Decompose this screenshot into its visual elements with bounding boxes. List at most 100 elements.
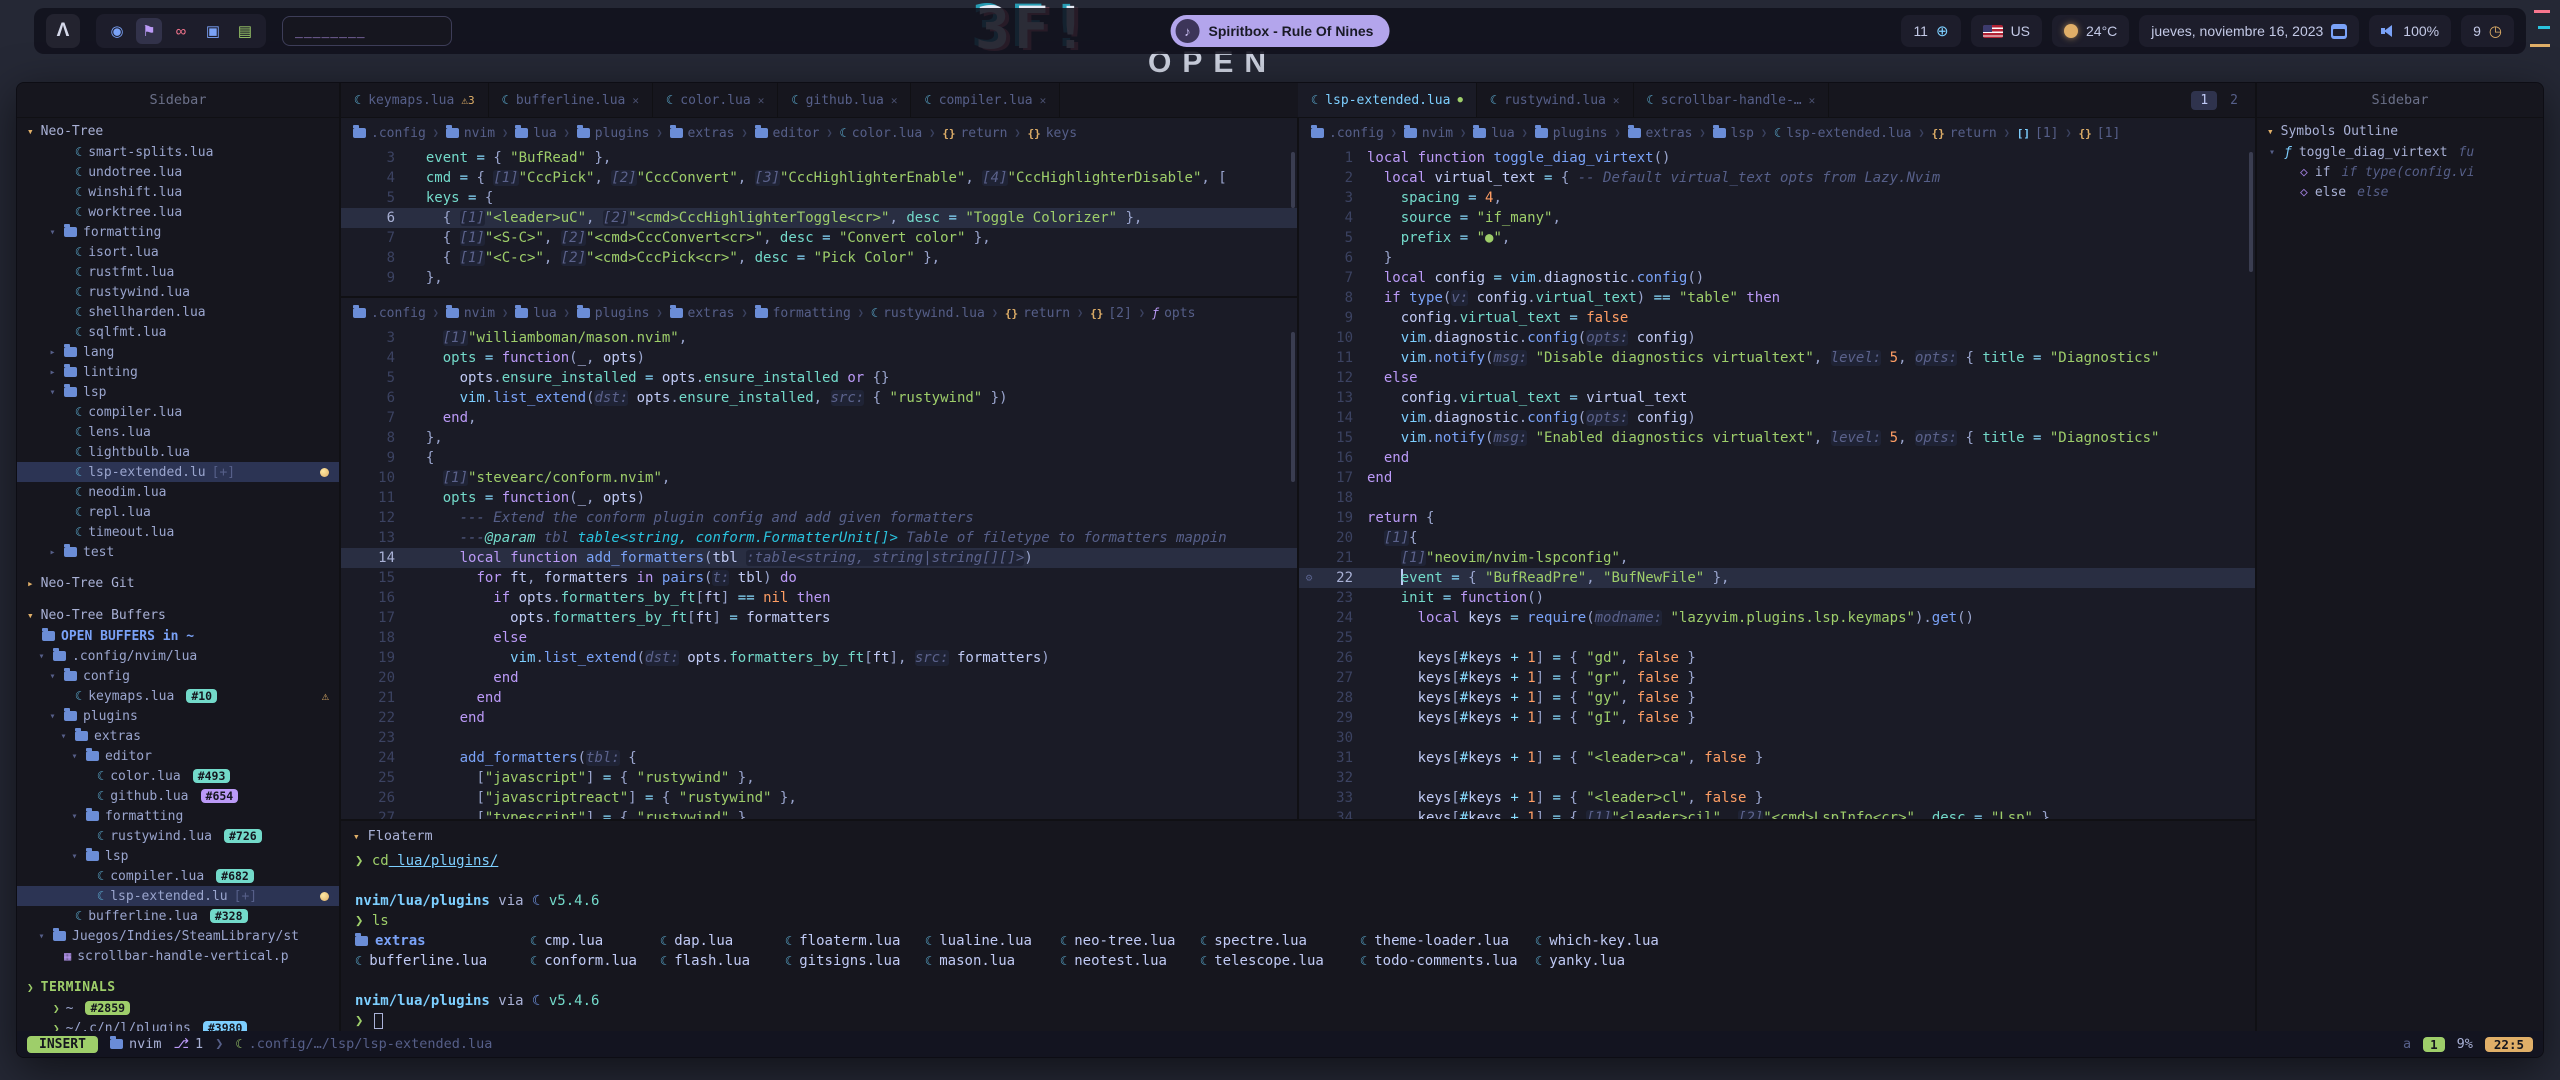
breadcrumb-segment[interactable]: extras bbox=[670, 306, 735, 321]
code-line[interactable]: 33 keys[#keys + 1] = { "<leader>cl", fal… bbox=[1299, 788, 2255, 808]
link-icon[interactable]: ∞ bbox=[168, 18, 194, 44]
code-line[interactable]: 3 [1]"williamboman/mason.nvim", bbox=[341, 328, 1297, 348]
code-line[interactable]: 5 keys = { bbox=[341, 188, 1297, 208]
scrollbar[interactable] bbox=[1291, 152, 1295, 208]
section-header[interactable]: ▸Neo-Tree Git bbox=[17, 572, 339, 594]
chevron-icon[interactable]: ▾ bbox=[47, 711, 58, 722]
close-icon[interactable]: ✕ bbox=[891, 94, 898, 107]
tree-item[interactable]: ☾undotree.lua bbox=[17, 162, 339, 182]
chevron-icon[interactable]: ▾ bbox=[47, 671, 58, 682]
tree-item[interactable]: ▾Juegos/Indies/SteamLibrary/st bbox=[17, 926, 339, 946]
tree-item[interactable]: ☾sqlfmt.lua bbox=[17, 322, 339, 342]
tree-item[interactable]: ☾lens.lua bbox=[17, 422, 339, 442]
code-line[interactable]: 19 vim.list_extend(dst: opts.formatters_… bbox=[341, 648, 1297, 668]
scrollbar[interactable] bbox=[2249, 152, 2253, 272]
tree-item[interactable]: ☾worktree.lua bbox=[17, 202, 339, 222]
code-line[interactable]: 22 end bbox=[341, 708, 1297, 728]
code-line[interactable]: 15 for ft, formatters in pairs(t: tbl) d… bbox=[341, 568, 1297, 588]
file-entry[interactable]: ☾conform.lua bbox=[530, 951, 660, 971]
timer-widget[interactable]: 9◷ bbox=[2461, 15, 2514, 47]
tree-item[interactable]: ☾lsp-extended.lu[+] bbox=[17, 462, 339, 482]
code-line[interactable]: 7 { [1]"<S-C>", [2]"<cmd>CccConvert<cr>"… bbox=[341, 228, 1297, 248]
code-line[interactable]: 3 spacing = 4, bbox=[1299, 188, 2255, 208]
notes-icon[interactable]: ▤ bbox=[232, 18, 258, 44]
tree-item[interactable]: ▾formatting bbox=[17, 806, 339, 826]
code-line[interactable]: 19return { bbox=[1299, 508, 2255, 528]
code-line[interactable]: 4 opts = function(_, opts) bbox=[341, 348, 1297, 368]
code-line[interactable]: 11 opts = function(_, opts) bbox=[341, 488, 1297, 508]
neo-tree-panel[interactable]: ▾Neo-Tree☾smart-splits.lua☾undotree.lua☾… bbox=[17, 118, 339, 1031]
code-line[interactable]: 13 config.virtual_text = virtual_text bbox=[1299, 388, 2255, 408]
launcher-logo-button[interactable]: Λ bbox=[46, 14, 80, 48]
tree-item[interactable]: ▸test bbox=[17, 542, 339, 562]
editor-tab[interactable]: ☾rustywind.lua✕ bbox=[1477, 83, 1634, 117]
close-icon[interactable]: ✕ bbox=[1040, 94, 1047, 107]
breadcrumb-segment[interactable]: .config bbox=[1311, 126, 1384, 141]
chevron-icon[interactable]: ▾ bbox=[36, 931, 47, 942]
code-line[interactable]: 27 ["typescript"] = { "rustywind" }, bbox=[341, 808, 1297, 819]
tree-item[interactable]: ☾winshift.lua bbox=[17, 182, 339, 202]
breadcrumb-segment[interactable]: ƒopts bbox=[1152, 306, 1196, 321]
editor-tab[interactable]: ☾bufferline.lua✕ bbox=[489, 83, 653, 117]
code-line[interactable]: 23 bbox=[341, 728, 1297, 748]
tree-item[interactable]: ▸linting bbox=[17, 362, 339, 382]
floaterm-header[interactable]: ▾ Floaterm bbox=[341, 821, 2255, 851]
chevron-icon[interactable]: ▸ bbox=[47, 367, 58, 378]
code-line[interactable]: 25 bbox=[1299, 628, 2255, 648]
breadcrumb-segment[interactable]: {}[1] bbox=[2079, 126, 2121, 141]
media-player-pill[interactable]: ♪ Spiritbox - Rule Of Nines bbox=[1171, 15, 1390, 47]
editor-tab[interactable]: ☾scrollbar-handle-…✕ bbox=[1634, 83, 1830, 117]
breadcrumb-segment[interactable]: lua bbox=[1473, 126, 1514, 141]
window-title-widget[interactable]: ________ bbox=[282, 16, 452, 46]
lsp-extended-lua-pane[interactable]: .config❯nvim❯lua❯plugins❯extras❯lsp❯☾lsp… bbox=[1299, 118, 2255, 819]
file-entry[interactable]: ☾telescope.lua bbox=[1200, 951, 1360, 971]
editor-tab[interactable]: ☾color.lua✕ bbox=[653, 83, 778, 117]
code-line[interactable]: 17 opts.formatters_by_ft[ft] = formatter… bbox=[341, 608, 1297, 628]
code-line[interactable]: 6 vim.list_extend(dst: opts.ensure_insta… bbox=[341, 388, 1297, 408]
code-line[interactable]: 21 [1]"neovim/nvim-lspconfig", bbox=[1299, 548, 2255, 568]
tree-item[interactable]: ☾repl.lua bbox=[17, 502, 339, 522]
breadcrumb-segment[interactable]: nvim bbox=[446, 126, 495, 141]
file-entry[interactable]: ☾yanky.lua bbox=[1535, 951, 1715, 971]
code-line[interactable]: 6 } bbox=[1299, 248, 2255, 268]
editor-tab[interactable]: ☾compiler.lua✕ bbox=[911, 83, 1060, 117]
tree-item[interactable]: ▾lsp bbox=[17, 382, 339, 402]
breadcrumb-segment[interactable]: plugins bbox=[577, 126, 650, 141]
tree-item[interactable]: ☾neodim.lua bbox=[17, 482, 339, 502]
tree-item[interactable]: ☾rustywind.lua bbox=[17, 282, 339, 302]
breadcrumb-segment[interactable]: {}[2] bbox=[1090, 306, 1132, 321]
tree-item[interactable]: ☾isort.lua bbox=[17, 242, 339, 262]
code-line[interactable]: 31 keys[#keys + 1] = { "<leader>ca", fal… bbox=[1299, 748, 2255, 768]
tree-item[interactable]: ☾keymaps.lua#10⚠ bbox=[17, 686, 339, 706]
breadcrumb-segment[interactable]: ☾rustywind.lua bbox=[871, 306, 985, 321]
volume-widget[interactable]: 100% bbox=[2369, 15, 2451, 47]
breadcrumb-segment[interactable]: .config bbox=[353, 126, 426, 141]
code-line[interactable]: 14 local function add_formatters(tbl :ta… bbox=[341, 548, 1297, 568]
code-line[interactable]: 9 }, bbox=[341, 268, 1297, 288]
editor-tab[interactable]: ☾keymaps.lua⚠3 bbox=[341, 83, 489, 117]
chevron-icon[interactable]: ▾ bbox=[2267, 147, 2277, 158]
breadcrumb-segment[interactable]: plugins bbox=[577, 306, 650, 321]
tree-item[interactable]: ▾formatting bbox=[17, 222, 339, 242]
breadcrumb-segment[interactable]: editor bbox=[755, 126, 820, 141]
code-line[interactable]: 25 ["javascript"] = { "rustywind" }, bbox=[341, 768, 1297, 788]
chevron-icon[interactable]: ▸ bbox=[47, 547, 58, 558]
date-widget[interactable]: jueves, noviembre 16, 2023 bbox=[2139, 15, 2359, 47]
code-line[interactable]: 8 { [1]"<C-c>", [2]"<cmd>CccPick<cr>", d… bbox=[341, 248, 1297, 268]
close-icon[interactable]: ✕ bbox=[1809, 94, 1816, 107]
tree-item[interactable]: ☾rustywind.lua#726 bbox=[17, 826, 339, 846]
tree-item[interactable]: ▾config bbox=[17, 666, 339, 686]
file-entry[interactable]: ☾floaterm.lua bbox=[785, 931, 925, 951]
file-entry[interactable]: ☾dap.lua bbox=[660, 931, 785, 951]
code-line[interactable]: 20 [1]{ bbox=[1299, 528, 2255, 548]
code-line[interactable]: 8 if type(v: config.virtual_text) == "ta… bbox=[1299, 288, 2255, 308]
tree-item[interactable]: ▾plugins bbox=[17, 706, 339, 726]
file-entry[interactable]: ☾flash.lua bbox=[660, 951, 785, 971]
code-line[interactable]: 26 ["javascriptreact"] = { "rustywind" }… bbox=[341, 788, 1297, 808]
breadcrumb-segment[interactable]: {}return bbox=[942, 126, 1007, 141]
code-line[interactable]: 23 init = function() bbox=[1299, 588, 2255, 608]
close-icon[interactable]: ✕ bbox=[1613, 94, 1620, 107]
weather-widget[interactable]: 24°C bbox=[2052, 15, 2129, 47]
code-line[interactable]: 11 vim.notify(msg: "Disable diagnostics … bbox=[1299, 348, 2255, 368]
tree-item[interactable]: ❯~#2859 bbox=[17, 998, 339, 1018]
